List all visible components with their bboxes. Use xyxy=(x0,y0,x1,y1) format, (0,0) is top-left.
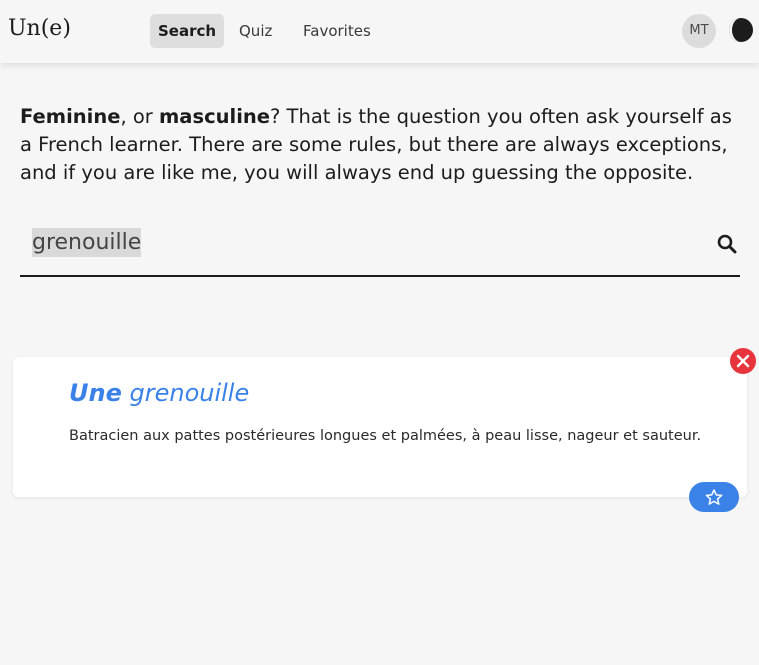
tab-favorites[interactable]: Favorites xyxy=(295,14,379,48)
search-icon[interactable] xyxy=(717,234,737,254)
add-favorite-button[interactable] xyxy=(689,482,739,512)
app-logo[interactable]: Un(e) xyxy=(8,16,71,41)
result-word: grenouille xyxy=(129,379,250,407)
close-icon xyxy=(736,354,750,368)
half-moon-icon xyxy=(729,18,753,42)
theme-toggle-button[interactable] xyxy=(727,16,755,44)
tab-search[interactable]: Search xyxy=(150,14,225,48)
close-result-button[interactable] xyxy=(730,348,756,374)
star-icon xyxy=(705,489,723,505)
intro-or: , or xyxy=(120,105,159,128)
search-input[interactable]: grenouille xyxy=(32,228,142,257)
result-article: Une xyxy=(69,379,122,407)
navbar: Un(e) Search Quiz Favorites MT xyxy=(0,0,759,63)
intro-feminine: Feminine xyxy=(20,105,121,128)
result-definition: Batracien aux pattes postérieures longue… xyxy=(69,428,702,444)
search-bar: grenouille xyxy=(20,220,740,277)
result-card: Une grenouille Batracien aux pattes post… xyxy=(13,357,747,497)
tab-quiz[interactable]: Quiz xyxy=(231,14,280,48)
avatar[interactable]: MT xyxy=(682,14,716,48)
result-title: Une grenouille xyxy=(69,379,249,407)
intro-paragraph: Feminine, or masculine? That is the ques… xyxy=(20,103,745,187)
intro-masculine: masculine xyxy=(158,105,270,128)
